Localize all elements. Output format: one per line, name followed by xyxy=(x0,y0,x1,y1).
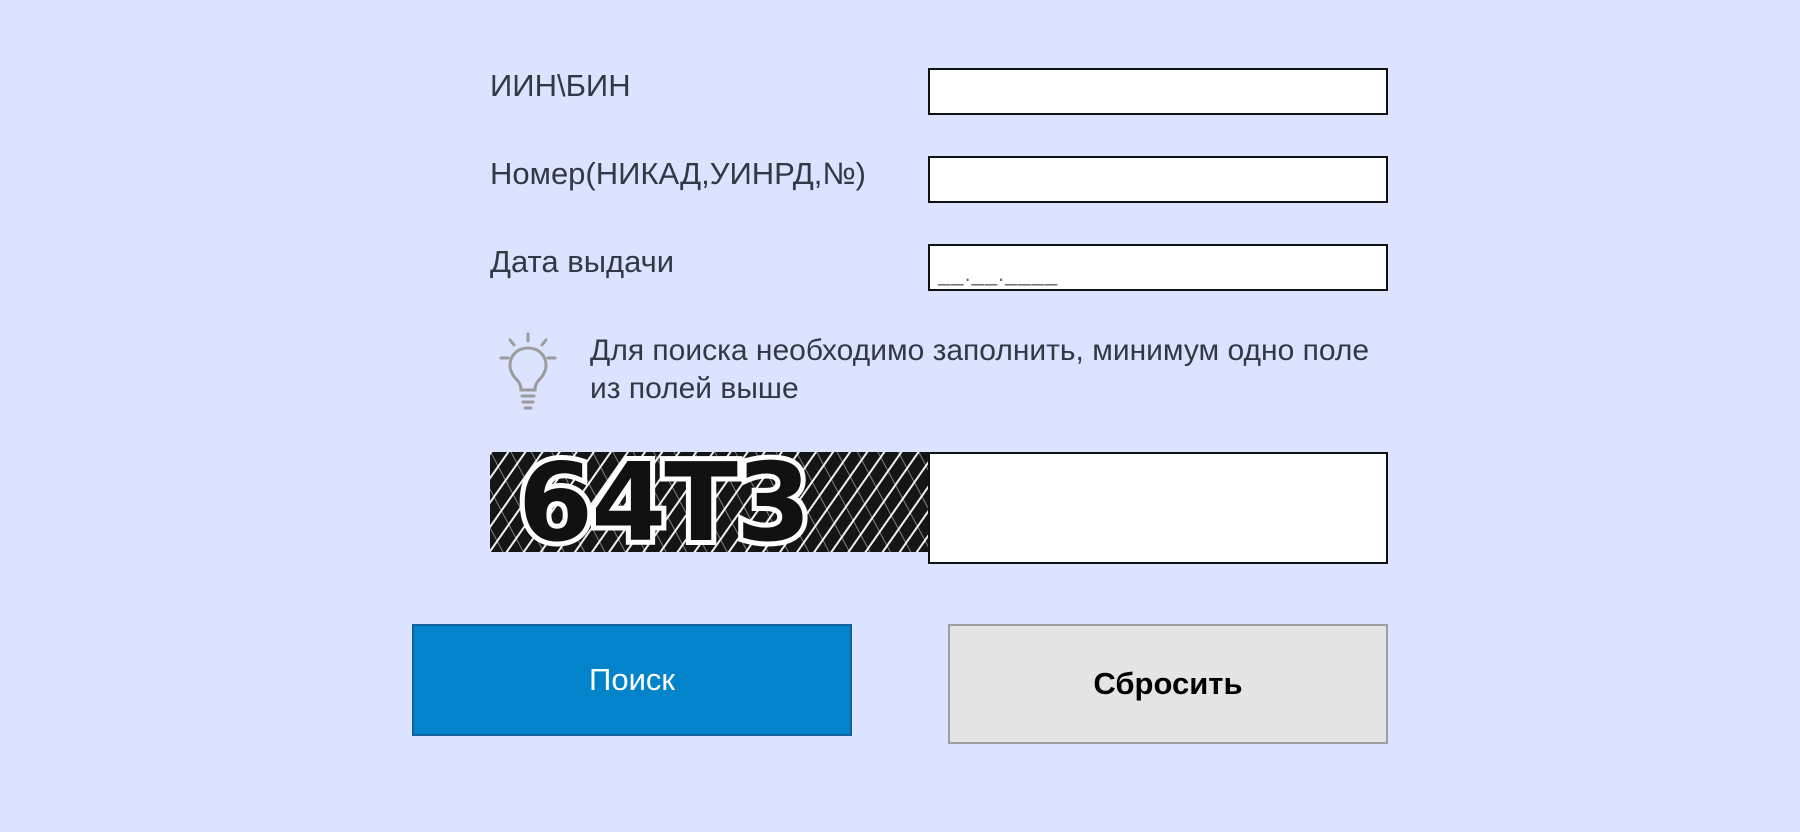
hint-text: Для поиска необходимо заполнить, минимум… xyxy=(590,334,1370,405)
iin-label: ИИН\БИН xyxy=(490,68,631,103)
date-label: Дата выдачи xyxy=(490,244,675,279)
iin-field[interactable] xyxy=(928,68,1388,115)
reset-button[interactable]: Сбросить xyxy=(948,624,1388,744)
captcha-image: 64T3 xyxy=(490,452,928,552)
date-field[interactable] xyxy=(928,244,1388,291)
search-hint: Для поиска необходимо заполнить, минимум… xyxy=(497,332,1397,412)
captcha-input[interactable] xyxy=(928,452,1388,564)
lightbulb-icon xyxy=(497,332,559,412)
captcha-text: 64T3 xyxy=(518,452,809,552)
search-button[interactable]: Поиск xyxy=(412,624,852,736)
number-label: Номер(НИКАД,УИНРД,№) xyxy=(490,156,866,191)
number-field[interactable] xyxy=(928,156,1388,203)
